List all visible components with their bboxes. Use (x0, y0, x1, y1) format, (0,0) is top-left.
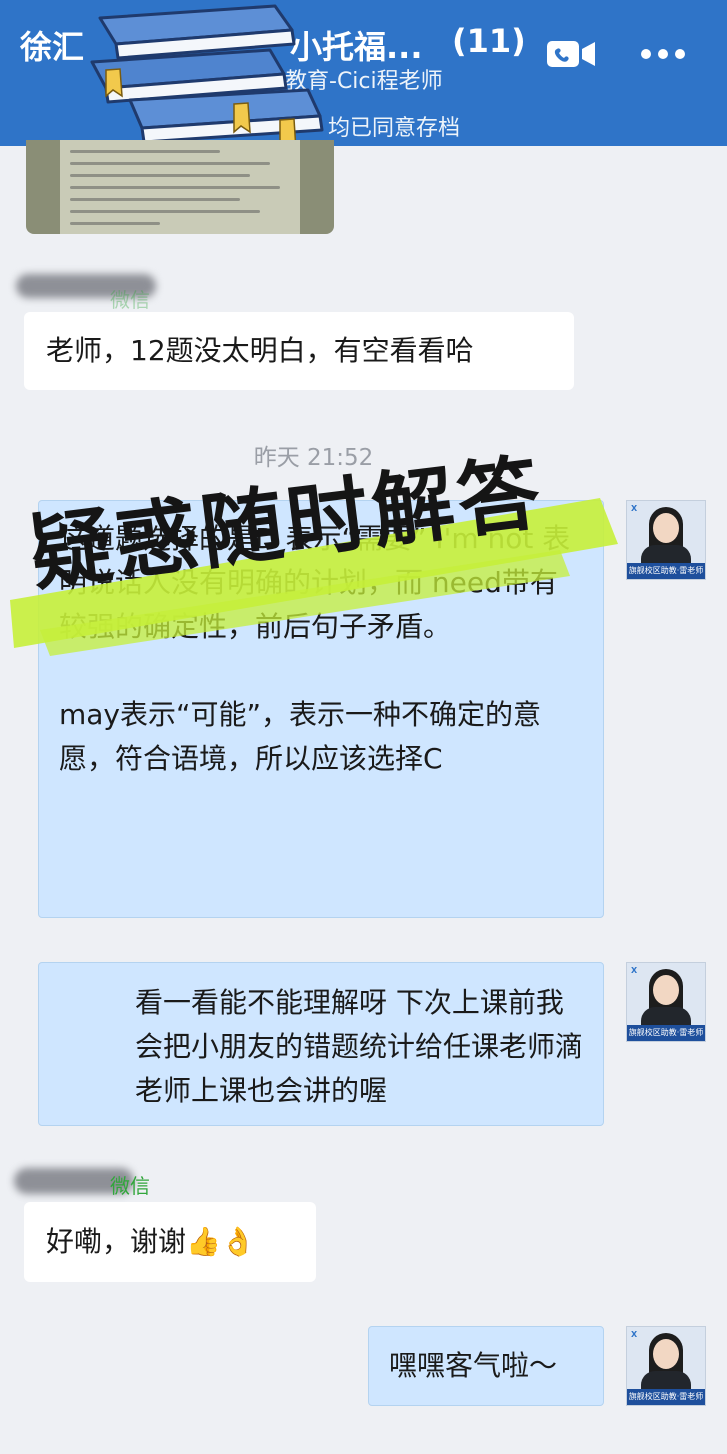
member-count[interactable]: (11) (452, 22, 526, 60)
avatar-caption: 旗舰校区助教·雷老师 (627, 1025, 705, 1041)
brand-logo: X (631, 504, 638, 513)
avatar-caption: 旗舰校区助教·雷老师 (627, 563, 705, 579)
message-bubble-received[interactable]: 老师，12题没太明白，有空看看哈 (24, 312, 574, 390)
sender-source-label: 微信 (110, 288, 150, 312)
message-text: 看一看能不能理解呀 下次上课前我会把小朋友的错题统计给任课老师滴 老师上课也会讲… (135, 986, 584, 1107)
avatar[interactable]: X 旗舰校区助教·雷老师 (626, 1326, 706, 1406)
brand-logo: X (631, 1330, 638, 1339)
message-bubble-sent[interactable]: 嘿嘿客气啦～ (368, 1326, 604, 1406)
message-bubble-received[interactable]: 好嘞，谢谢👍👌 (24, 1202, 316, 1282)
book-stack-sticker (90, 4, 324, 152)
avatar[interactable]: X 旗舰校区助教·雷老师 (626, 500, 706, 580)
sender-source-label: 微信 (110, 1174, 150, 1198)
message-text: 嘿嘿客气啦～ (389, 1349, 558, 1382)
more-options-icon[interactable] (640, 42, 686, 66)
homework-photo[interactable] (26, 140, 334, 234)
archive-notice: 均已同意存档 (328, 116, 461, 141)
avatar-caption: 旗舰校区助教·雷老师 (627, 1389, 705, 1405)
message-text: 老师，12题没太明白，有空看看哈 (46, 334, 474, 367)
brand-logo: X (631, 966, 638, 975)
video-call-icon[interactable] (546, 38, 596, 70)
message-text: 好嘞，谢谢👍👌 (46, 1225, 256, 1258)
message-bubble-sent[interactable]: 看一看能不能理解呀 下次上课前我会把小朋友的错题统计给任课老师滴 老师上课也会讲… (38, 962, 604, 1126)
avatar[interactable]: X 旗舰校区助教·雷老师 (626, 962, 706, 1042)
